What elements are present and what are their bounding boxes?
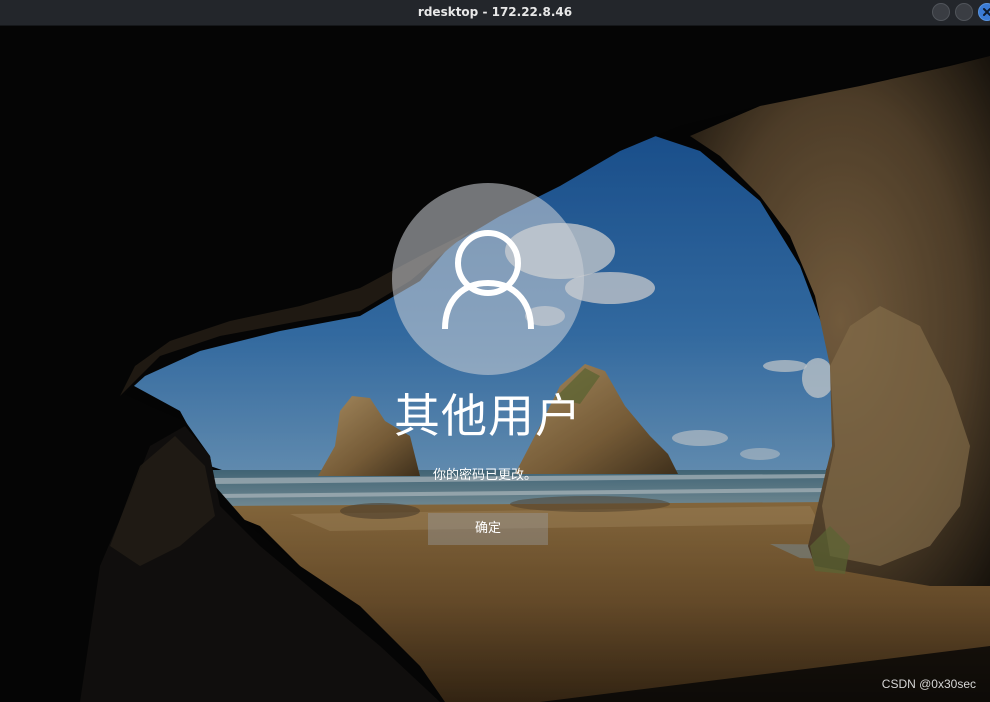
password-changed-message: 你的密码已更改。 — [432, 468, 537, 483]
close-button[interactable] — [978, 3, 990, 21]
username-label: 其他用户 — [394, 389, 582, 443]
user-avatar — [392, 183, 584, 375]
window-title: rdesktop - 172.22.8.46 — [417, 5, 573, 19]
minimize-button[interactable] — [932, 3, 950, 21]
close-icon — [983, 8, 990, 16]
user-icon — [442, 230, 534, 330]
ok-button[interactable]: 确定 — [428, 513, 548, 545]
remote-desktop-screen: 其他用户 你的密码已更改。 确定 CSDN @0x30sec — [0, 26, 990, 702]
rdesktop-window: rdesktop - 172.22.8.46 其他用户 你的密码已更改。 确定 … — [0, 0, 990, 702]
title-bar[interactable]: rdesktop - 172.22.8.46 — [0, 0, 990, 26]
watermark-text: CSDN @0x30sec — [881, 677, 976, 691]
maximize-button[interactable] — [955, 3, 973, 21]
